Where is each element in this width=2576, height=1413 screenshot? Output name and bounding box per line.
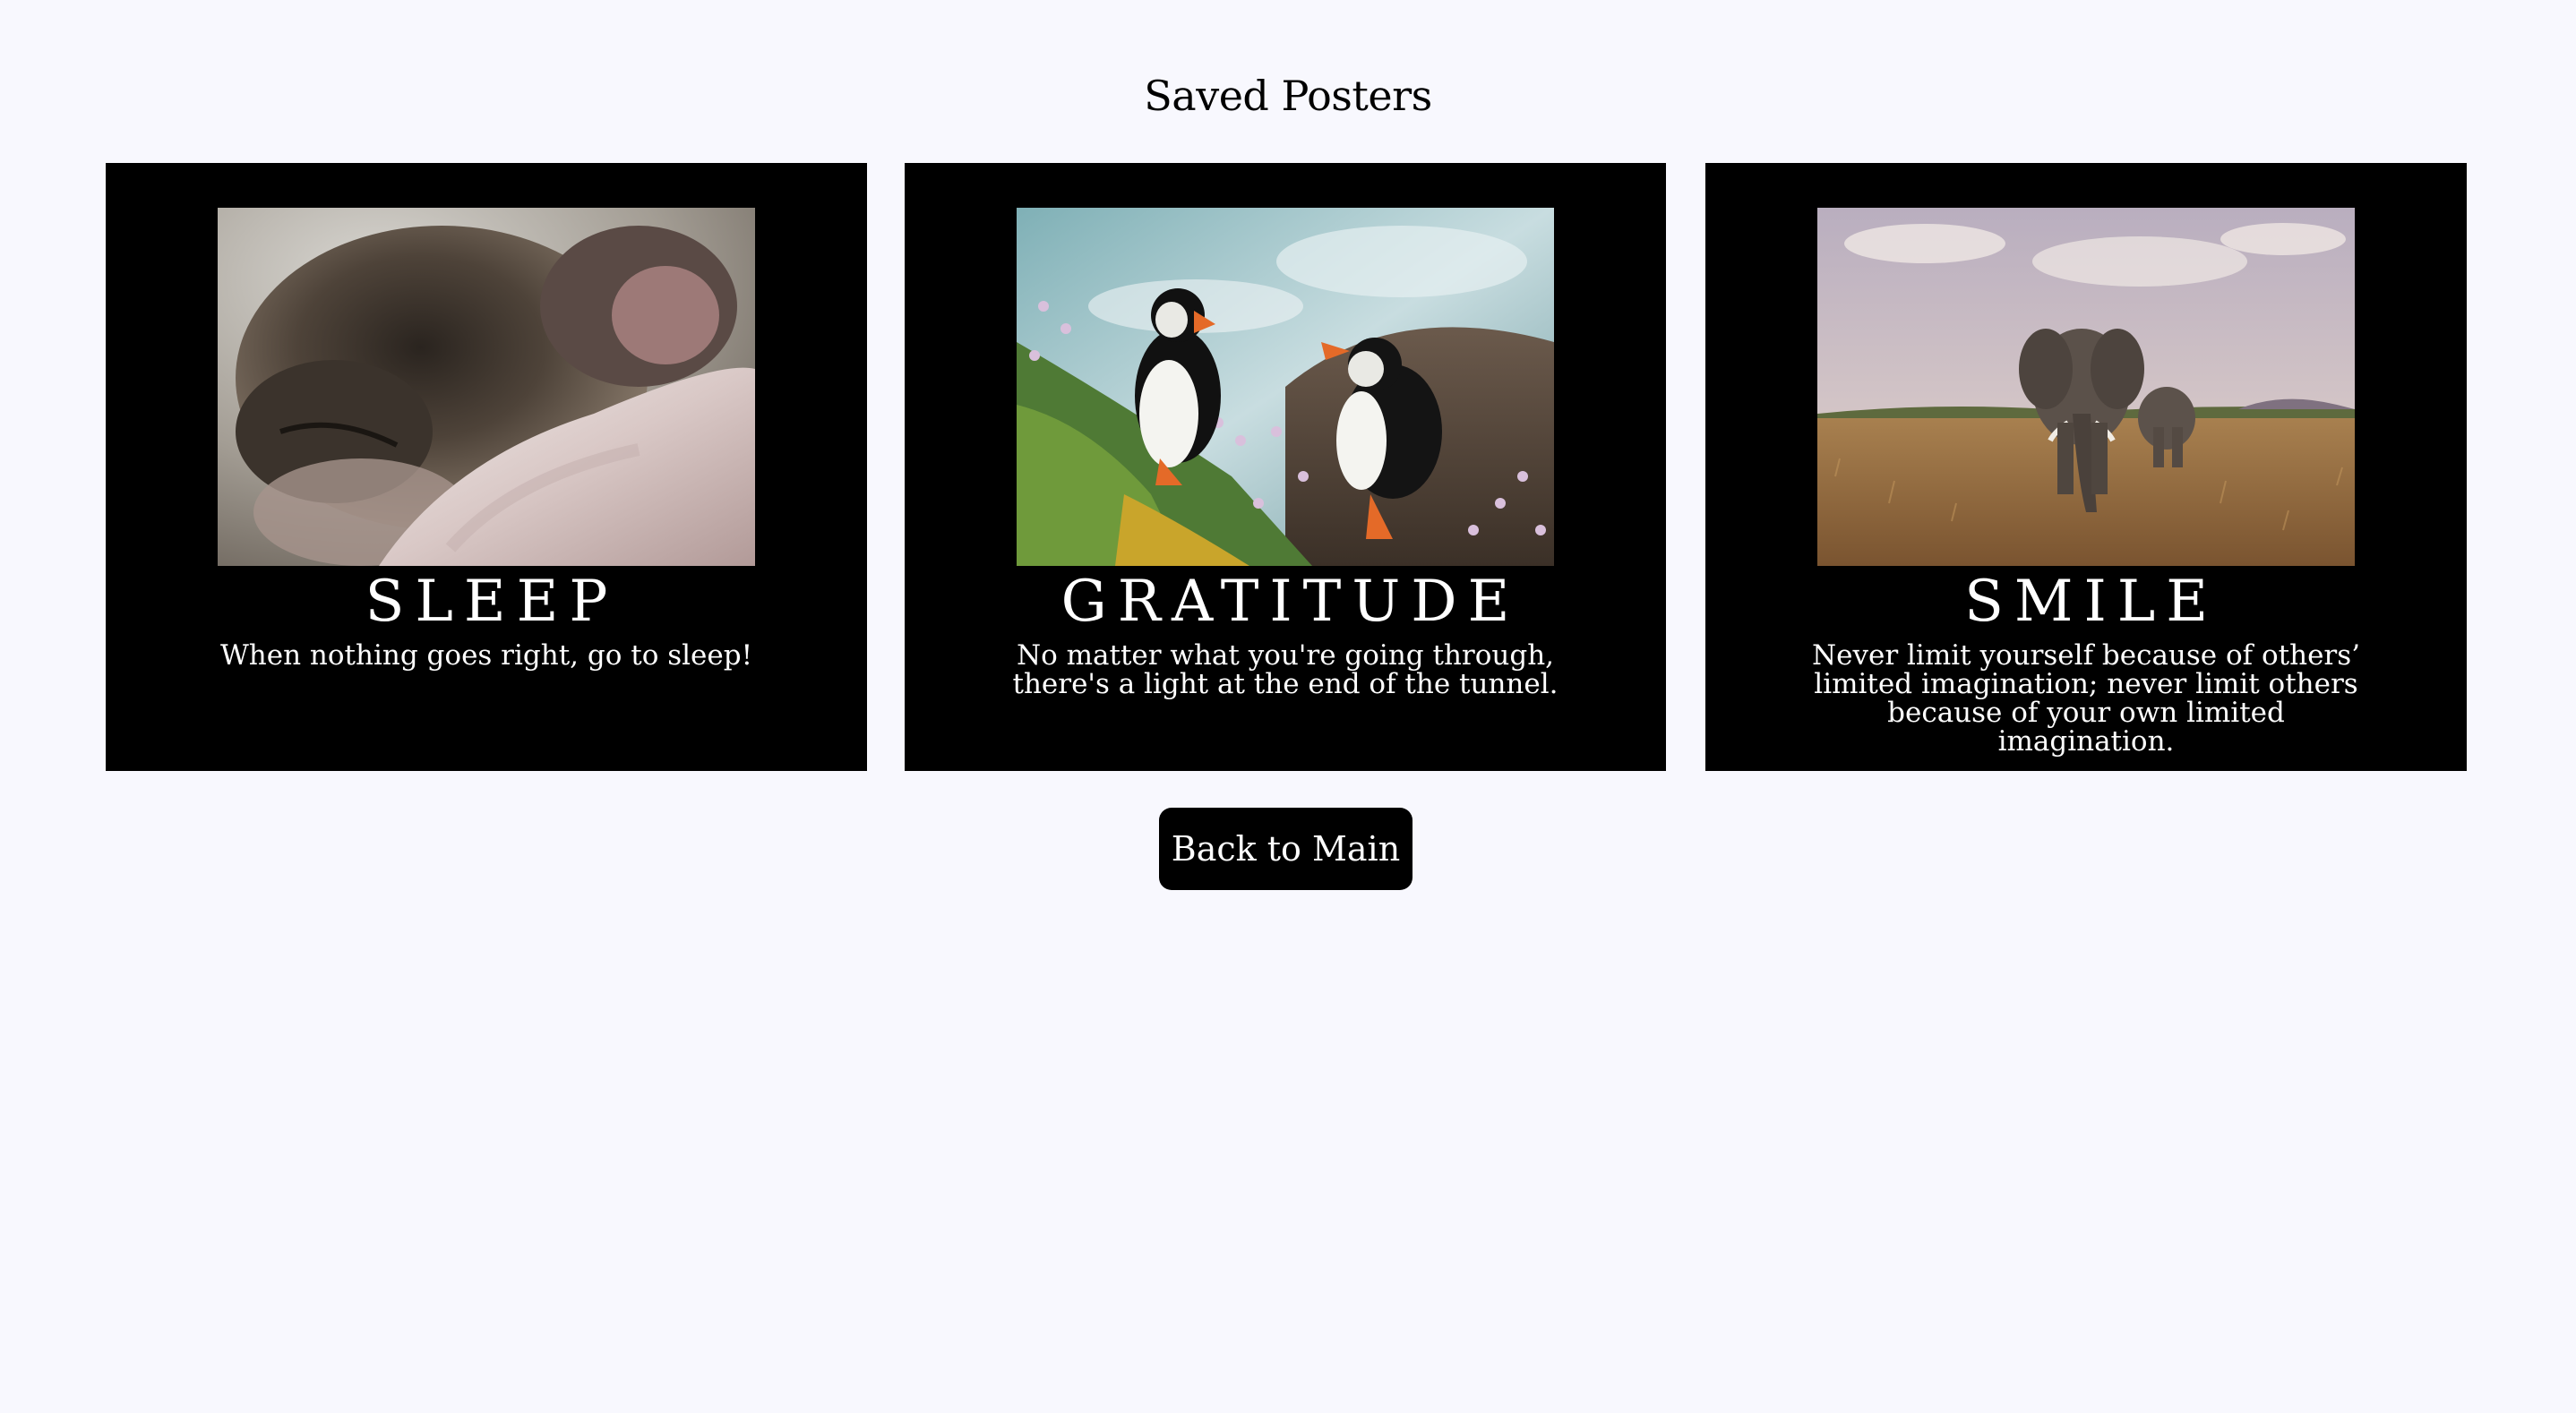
poster-quote: When nothing goes right, go to sleep!	[219, 639, 753, 672]
poster-card-smile: SMILE Never limit yourself because of ot…	[1705, 163, 2467, 771]
poster-quote: Never limit yourself because of others’ …	[1811, 639, 2361, 758]
sleeping-dog-photo	[218, 208, 755, 566]
puffins-photo	[1017, 208, 1554, 566]
poster-card-sleep: SLEEP When nothing goes right, go to sle…	[106, 163, 867, 771]
poster-title: GRATITUDE	[1060, 569, 1521, 635]
poster-title: SLEEP	[365, 569, 619, 635]
poster-card-gratitude: GRATITUDE No matter what you're going th…	[905, 163, 1666, 771]
poster-title: SMILE	[1964, 569, 2219, 635]
page-title: Saved Posters	[1144, 72, 1432, 120]
back-to-main-button[interactable]: Back to Main	[1159, 808, 1413, 890]
poster-quote: No matter what you're going through, the…	[1012, 639, 1558, 700]
elephants-photo	[1817, 208, 2355, 566]
